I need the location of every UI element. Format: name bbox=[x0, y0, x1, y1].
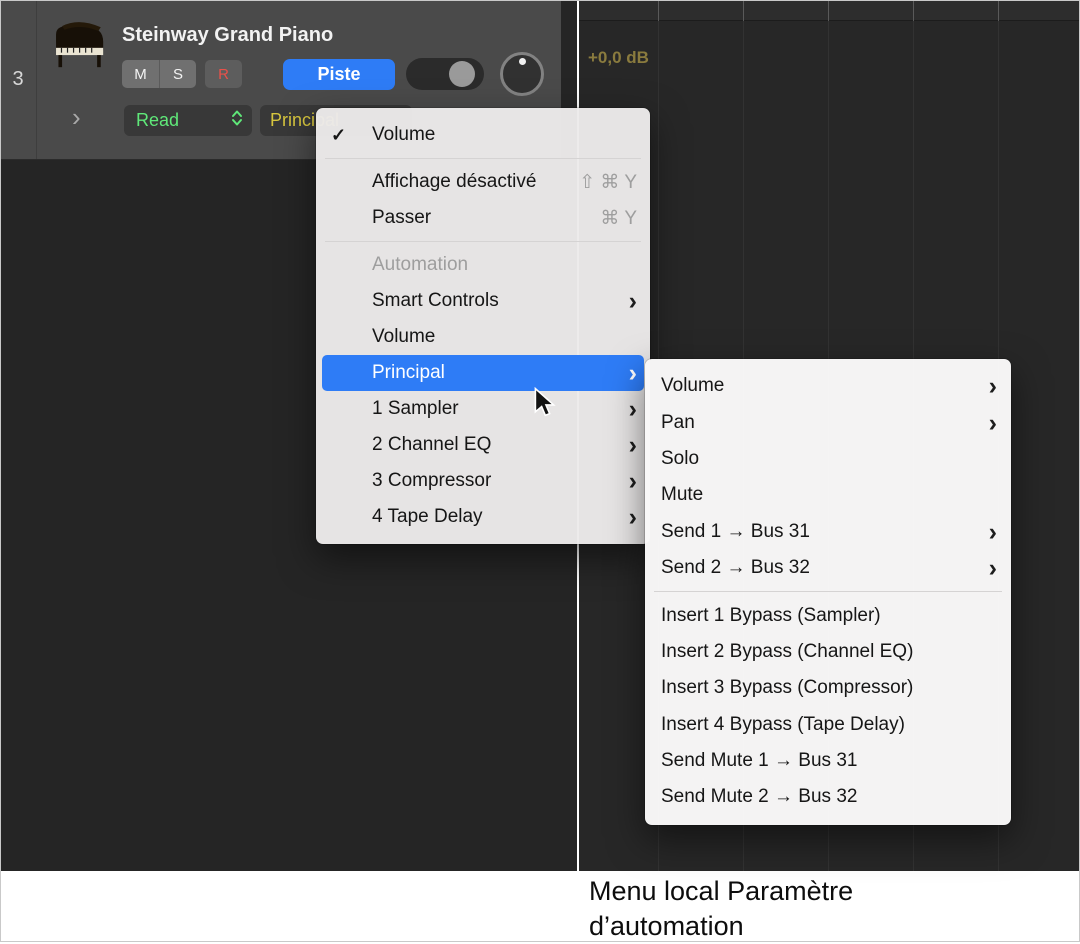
piste-button[interactable]: Piste bbox=[283, 59, 395, 90]
ruler-tick bbox=[913, 0, 914, 21]
submenu-arrow-icon: › bbox=[619, 291, 637, 311]
menu-item-label: Send Mute 2 → Bus 32 bbox=[661, 786, 857, 808]
menu-item-label: 4 Tape Delay bbox=[372, 506, 483, 528]
automation-mode-value: Read bbox=[136, 110, 231, 131]
submenu-item-insert-4-bypass[interactable]: Insert 4 Bypass (Tape Delay) bbox=[645, 707, 1011, 743]
menu-item-display-off[interactable]: Affichage désactivé ⇧ ⌘ Y bbox=[316, 164, 650, 200]
menu-item-2-channel-eq[interactable]: 2 Channel EQ › bbox=[316, 427, 650, 463]
menu-item-label: Passer bbox=[372, 207, 431, 229]
timeline-ruler[interactable] bbox=[579, 0, 1080, 21]
submenu-arrow-icon: › bbox=[979, 413, 997, 433]
submenu-arrow-icon: › bbox=[979, 522, 997, 542]
submenu-arrow-icon: › bbox=[619, 471, 637, 491]
callout-caption: Menu local Paramètre d’automation bbox=[589, 874, 853, 944]
solo-button[interactable]: S bbox=[159, 60, 196, 88]
ruler-tick bbox=[998, 0, 999, 21]
caption-line-1: Menu local Paramètre bbox=[589, 874, 853, 909]
submenu-arrow-icon: › bbox=[979, 376, 997, 396]
menu-item-label: 3 Compressor bbox=[372, 470, 491, 492]
principal-submenu: Volume › Pan › Solo Mute Send 1 → Bus 31… bbox=[645, 359, 1011, 825]
menu-item-label: Principal bbox=[372, 362, 445, 384]
submenu-item-send-1[interactable]: Send 1 → Bus 31 › bbox=[645, 514, 1011, 550]
submenu-item-insert-1-bypass[interactable]: Insert 1 Bypass (Sampler) bbox=[645, 597, 1011, 633]
automation-db-readout: +0,0 dB bbox=[588, 48, 649, 68]
caption-line-2: d’automation bbox=[589, 909, 853, 944]
submenu-item-volume[interactable]: Volume › bbox=[645, 368, 1011, 404]
ruler-tick bbox=[658, 0, 659, 21]
menu-item-label: Send Mute 1 → Bus 31 bbox=[661, 750, 857, 772]
disclosure-arrow-icon[interactable]: › bbox=[72, 104, 81, 130]
menu-item-label: Insert 4 Bypass (Tape Delay) bbox=[661, 714, 905, 736]
mute-button[interactable]: M bbox=[122, 60, 159, 88]
menu-separator bbox=[654, 591, 1002, 592]
mute-solo-group: M S bbox=[122, 60, 196, 88]
submenu-item-send-mute-2[interactable]: Send Mute 2 → Bus 32 bbox=[645, 779, 1011, 815]
submenu-item-insert-2-bypass[interactable]: Insert 2 Bypass (Channel EQ) bbox=[645, 634, 1011, 670]
shortcut-label: ⇧ ⌘ Y bbox=[579, 171, 637, 194]
submenu-arrow-icon: › bbox=[619, 435, 637, 455]
menu-item-label: 2 Channel EQ bbox=[372, 434, 491, 456]
menu-item-principal[interactable]: Principal › bbox=[322, 355, 644, 391]
submenu-arrow-icon: › bbox=[619, 363, 637, 383]
automation-mode-select[interactable]: Read bbox=[124, 105, 252, 136]
menu-item-4-tape-delay[interactable]: 4 Tape Delay › bbox=[316, 499, 650, 535]
submenu-arrow-icon: › bbox=[979, 558, 997, 578]
submenu-arrow-icon: › bbox=[619, 399, 637, 419]
pan-knob[interactable] bbox=[500, 52, 544, 96]
submenu-item-send-2[interactable]: Send 2 → Bus 32 › bbox=[645, 550, 1011, 586]
ruler-tick bbox=[828, 0, 829, 21]
menu-item-label: Insert 3 Bypass (Compressor) bbox=[661, 677, 913, 699]
piano-icon bbox=[50, 16, 108, 70]
record-enable-button[interactable]: R bbox=[205, 60, 242, 88]
menu-separator bbox=[325, 241, 641, 242]
menu-item-label: Pan bbox=[661, 412, 695, 434]
toggle-knob bbox=[449, 61, 475, 87]
menu-item-label: Volume bbox=[372, 124, 435, 146]
mouse-cursor-icon bbox=[531, 387, 559, 424]
track-number: 3 bbox=[0, 0, 37, 159]
menu-item-1-sampler[interactable]: 1 Sampler › bbox=[316, 391, 650, 427]
menu-item-label: Send 1 → Bus 31 bbox=[661, 521, 810, 543]
updown-chevrons-icon bbox=[231, 109, 243, 132]
menu-item-label: Insert 2 Bypass (Channel EQ) bbox=[661, 641, 913, 663]
track-title: Steinway Grand Piano bbox=[122, 24, 333, 47]
shortcut-label: ⌘ Y bbox=[600, 207, 637, 230]
submenu-item-solo[interactable]: Solo bbox=[645, 441, 1011, 477]
menu-item-smart-controls[interactable]: Smart Controls › bbox=[316, 283, 650, 319]
menu-item-label: Mute bbox=[661, 484, 703, 506]
menu-item-label: Smart Controls bbox=[372, 290, 499, 312]
menu-item-label: Solo bbox=[661, 448, 699, 470]
submenu-item-pan[interactable]: Pan › bbox=[645, 404, 1011, 440]
menu-item-passer[interactable]: Passer ⌘ Y bbox=[316, 200, 650, 236]
menu-separator bbox=[325, 158, 641, 159]
track-on-off-toggle[interactable] bbox=[406, 58, 484, 90]
menu-item-label: Send 2 → Bus 32 bbox=[661, 557, 810, 579]
menu-section-automation: Automation bbox=[316, 247, 650, 283]
submenu-item-mute[interactable]: Mute bbox=[645, 477, 1011, 513]
menu-item-3-compressor[interactable]: 3 Compressor › bbox=[316, 463, 650, 499]
submenu-item-send-mute-1[interactable]: Send Mute 1 → Bus 31 bbox=[645, 743, 1011, 779]
menu-item-label: Affichage désactivé bbox=[372, 171, 536, 193]
menu-item-label: Volume bbox=[372, 326, 435, 348]
checkmark-icon: ✓ bbox=[331, 125, 346, 146]
automation-parameter-menu: ✓ Volume Affichage désactivé ⇧ ⌘ Y Passe… bbox=[316, 108, 650, 544]
submenu-arrow-icon: › bbox=[619, 507, 637, 527]
knob-pointer bbox=[519, 58, 526, 65]
menu-item-volume-checked[interactable]: ✓ Volume bbox=[316, 117, 650, 153]
menu-item-label: 1 Sampler bbox=[372, 398, 459, 420]
menu-item-label: Volume bbox=[661, 375, 724, 397]
ruler-tick bbox=[743, 0, 744, 21]
menu-item-label: Insert 1 Bypass (Sampler) bbox=[661, 605, 881, 627]
submenu-item-insert-3-bypass[interactable]: Insert 3 Bypass (Compressor) bbox=[645, 670, 1011, 706]
menu-item-volume[interactable]: Volume bbox=[316, 319, 650, 355]
